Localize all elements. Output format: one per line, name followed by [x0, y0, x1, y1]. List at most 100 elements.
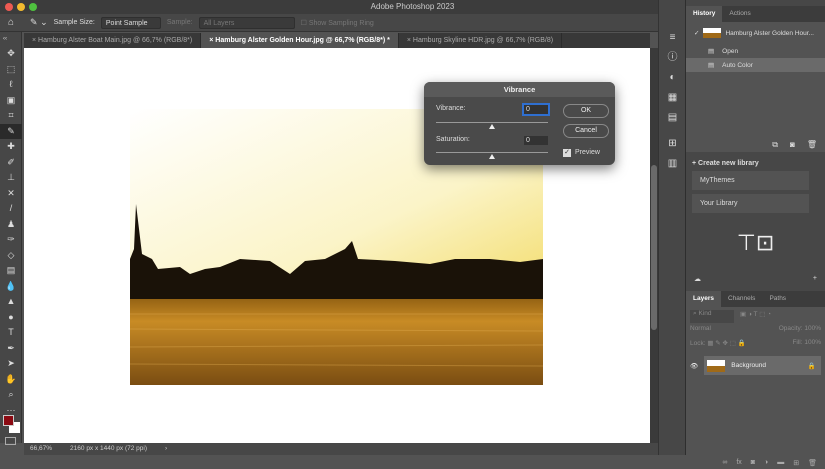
adjustment-layer-icon[interactable]: ◑	[764, 459, 768, 467]
saturation-slider[interactable]	[436, 152, 548, 153]
hand-tool-icon[interactable]: ✋	[0, 372, 22, 388]
lasso-tool-icon[interactable]: ℓ	[0, 77, 22, 93]
folder-icon[interactable]: ▬	[777, 459, 784, 467]
sample-size-value: Point Sample	[105, 19, 148, 27]
fx-icon[interactable]: fx	[736, 459, 741, 467]
blend-mode-select[interactable]: Normal	[690, 325, 711, 339]
create-library-button[interactable]: + Create new library	[686, 152, 825, 167]
minimize-window-button[interactable]	[17, 3, 25, 11]
history-item[interactable]: ▤ Auto Color	[686, 58, 825, 72]
sample-size-select[interactable]: Point Sample	[100, 16, 161, 29]
crop-tool-icon[interactable]: ⌗	[0, 108, 22, 124]
libraries-icon[interactable]: ⊞	[659, 134, 686, 154]
blur-tool-icon[interactable]: 💧	[0, 279, 22, 295]
zoom-level[interactable]: 66,67%	[30, 443, 52, 455]
healing-brush-icon[interactable]: ✚	[0, 139, 22, 155]
info-icon[interactable]: ⓘ	[659, 48, 686, 68]
history-item[interactable]: ▤ Open	[686, 44, 825, 58]
link-icon[interactable]: ∞	[722, 459, 727, 467]
library-item[interactable]: MyThemes	[692, 171, 809, 190]
trash-icon[interactable]: 🗑	[807, 140, 817, 150]
kind-label: Kind	[698, 310, 712, 317]
move-tool-icon[interactable]: ✥	[0, 46, 22, 62]
quick-mask-icon[interactable]	[5, 437, 16, 445]
show-sampling-ring-checkbox[interactable]: ☐ Show Sampling Ring	[301, 19, 374, 27]
pen-tool-icon[interactable]: ✒	[0, 341, 22, 357]
mask-icon[interactable]: ◙	[751, 459, 755, 467]
history-panel-tabs: History Actions	[686, 6, 825, 22]
clone-stamp-icon[interactable]: ♟	[0, 217, 22, 233]
fill-input[interactable]: 100%	[804, 339, 821, 346]
vibrance-input[interactable]: 0	[522, 103, 550, 116]
adjustments-icon[interactable]: ≡	[659, 28, 686, 48]
delete-layer-icon[interactable]: 🗑	[808, 459, 817, 467]
brush-tool-icon[interactable]: ✐	[0, 155, 22, 171]
color-icon[interactable]: ◐	[659, 68, 686, 88]
tab-paths[interactable]: Paths	[762, 291, 793, 307]
tab-history[interactable]: History	[686, 6, 723, 22]
gradient-tool-icon[interactable]: ▤	[0, 263, 22, 279]
cloud-icon[interactable]: ☁	[694, 275, 701, 289]
saturation-input[interactable]: 0	[524, 136, 548, 145]
panel-icon-strip: ≡ ⓘ ◐ ▦ ▤ ⊞ ▥	[658, 0, 685, 455]
styles-icon[interactable]: ▥	[659, 154, 686, 174]
tab-golden-hour[interactable]: × Hamburg Alster Golden Hour.jpg @ 66,7%…	[201, 33, 399, 48]
library-item[interactable]: Your Library	[692, 194, 809, 213]
collapse-icon[interactable]: ‹‹	[0, 32, 22, 46]
eyedropper-tool-icon[interactable]: ✎	[0, 123, 22, 139]
eraser-tool-icon[interactable]: ◇	[0, 248, 22, 264]
scrollbar-thumb[interactable]	[651, 165, 657, 330]
snapshot-thumbnail	[703, 28, 722, 38]
preview-checkbox[interactable]: ✓	[563, 149, 571, 157]
path-select-icon[interactable]: ➤	[0, 356, 22, 372]
burn-tool-icon[interactable]: ●	[0, 310, 22, 326]
stamp-tool-icon[interactable]: ⊥	[0, 170, 22, 186]
foreground-color-swatch[interactable]	[3, 415, 14, 426]
type-tool-icon[interactable]: T	[0, 325, 22, 341]
saturation-slider-thumb[interactable]	[489, 154, 495, 159]
marquee-tool-icon[interactable]: ⬚	[0, 62, 22, 78]
object-select-tool-icon[interactable]: ▣	[0, 93, 22, 109]
art-history-brush-icon[interactable]: ✑	[0, 232, 22, 248]
history-item-label: Auto Color	[722, 61, 753, 69]
dodge-tool-icon[interactable]: ▲	[0, 294, 22, 310]
vibrance-slider-thumb[interactable]	[489, 124, 495, 129]
dialog-title: Vibrance	[424, 82, 615, 97]
brush-icon: ✓	[694, 30, 700, 37]
layer-filter-icons[interactable]: ▣ ◑ T ⬚ ◔	[740, 310, 771, 323]
sample-value: All Layers	[203, 19, 235, 27]
eyedropper-tool-preset-icon[interactable]: ✎ ⌄	[30, 17, 48, 28]
history-snapshot[interactable]: ✓ Hamburg Alster Golden Hour...	[686, 22, 825, 44]
sample-label: Sample:	[166, 19, 193, 26]
libraries-illustration: ⊤⊡	[736, 230, 775, 255]
close-window-button[interactable]	[5, 3, 13, 11]
new-document-from-state-icon[interactable]: ⧉	[772, 140, 778, 150]
lock-icons[interactable]: ▦ ✎ ✥ ⬚ 🔒	[707, 340, 746, 347]
camera-icon[interactable]: ◙	[790, 140, 795, 150]
status-menu-arrow[interactable]: ›	[165, 443, 167, 455]
vibrance-slider[interactable]	[436, 122, 548, 123]
tab-boat-main[interactable]: × Hamburg Alster Boat Main.jpg @ 66,7% (…	[24, 33, 202, 48]
new-layer-icon[interactable]: ⊞	[793, 459, 799, 467]
swatches-icon[interactable]: ▦	[659, 88, 686, 108]
cancel-button[interactable]: Cancel	[563, 124, 609, 138]
sample-select[interactable]: All Layers	[198, 16, 295, 29]
home-icon[interactable]: ⌂	[8, 17, 14, 28]
visibility-eye-icon[interactable]: 👁	[690, 362, 698, 370]
history-brush-icon[interactable]: ✕	[0, 186, 22, 202]
tab-actions[interactable]: Actions	[722, 6, 757, 22]
properties-icon[interactable]: ▤	[659, 108, 686, 128]
tab-skyline-hdr[interactable]: × Hamburg Skyline HDR.jpg @ 66,7% (RGB/8…	[399, 33, 563, 48]
maximize-window-button[interactable]	[29, 3, 37, 11]
layer-row[interactable]: 👁 Background 🔒	[690, 356, 821, 375]
history-state-icon: ▤	[708, 62, 715, 69]
tab-channels[interactable]: Channels	[721, 291, 762, 307]
opacity-input[interactable]: 100%	[804, 325, 821, 332]
add-icon[interactable]: +	[813, 275, 817, 289]
ok-button[interactable]: OK	[563, 104, 609, 118]
sample-size-label: Sample Size:	[53, 19, 95, 26]
mixer-brush-icon[interactable]: /	[0, 201, 22, 217]
zoom-tool-icon[interactable]: ⌕	[0, 387, 22, 403]
layer-filter-kind[interactable]: ⌕ Kind	[690, 310, 734, 323]
tab-layers[interactable]: Layers	[686, 291, 721, 307]
